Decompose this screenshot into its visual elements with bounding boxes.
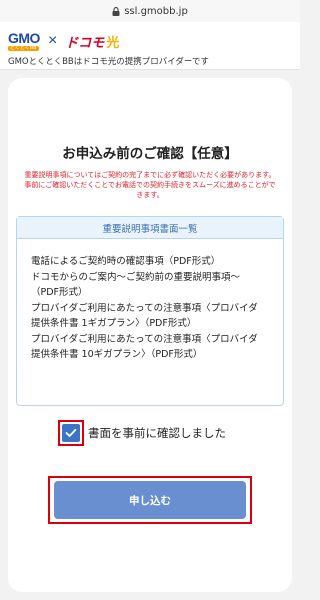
- document-link[interactable]: プロバイダご利用にあたっての注意事項〈プロバイダ: [31, 332, 271, 348]
- page-title: お申込み前のご確認【任意】: [62, 146, 238, 162]
- warning-line: きます。: [136, 191, 164, 199]
- gmo-logo[interactable]: GMO とくとくBB: [8, 31, 40, 51]
- confirm-label[interactable]: 書面を事前に確認しました: [88, 425, 226, 441]
- docomo-logo-text: ドコモ: [65, 34, 105, 50]
- documents-list: 電話によるご契約時の確認事項（PDF形式） ドコモからのご案内〜ご契約前の重要説…: [17, 239, 283, 363]
- document-link[interactable]: プロバイダご利用にあたっての注意事項〈プロバイダ: [31, 301, 271, 317]
- document-link[interactable]: 提供条件書 1ギガプラン〉（PDF形式）: [31, 316, 271, 332]
- document-link[interactable]: （PDF形式）: [31, 285, 271, 301]
- header-tagline: GMOとくとくBBはドコモ光の提携プロバイダーです: [8, 57, 209, 67]
- confirmation-card: お申込み前のご確認【任意】 重要説明事項についてはご契約の完了までに必ず確認いた…: [8, 78, 292, 592]
- hikari-logo-text: 光: [106, 34, 120, 50]
- docomo-hikari-logo: ドコモ 光: [65, 32, 119, 51]
- site-header: GMO とくとくBB × ドコモ 光 GMOとくとくBBはドコモ光の提携プロバイ…: [0, 22, 300, 70]
- document-link[interactable]: ドコモからのご案内〜ご契約前の重要説明事項〜: [31, 270, 271, 286]
- url-text: ssl.gmobb.jp: [124, 5, 188, 17]
- warning-line: 重要説明事項についてはご契約の完了までに必ず確認いただく必要があります。: [24, 171, 276, 179]
- check-icon: [65, 428, 77, 437]
- gmo-logo-text: GMO: [8, 30, 40, 46]
- documents-heading: 重要説明事項書面一覧: [17, 217, 283, 239]
- documents-box: 重要説明事項書面一覧 電話によるご契約時の確認事項（PDF形式） ドコモからのご…: [16, 216, 284, 406]
- warning-text: 重要説明事項についてはご契約の完了までに必ず確認いただく必要があります。 事前に…: [14, 170, 286, 200]
- logo-row: GMO とくとくBB × ドコモ 光: [8, 30, 119, 52]
- document-link[interactable]: 電話によるご契約時の確認事項（PDF形式）: [31, 254, 271, 270]
- gmo-logo-sub: とくとくBB: [8, 45, 39, 51]
- submit-highlight: 申し込む: [48, 476, 252, 524]
- browser-url-bar[interactable]: ssl.gmobb.jp: [0, 0, 300, 22]
- confirm-checkbox[interactable]: [62, 424, 80, 442]
- warning-line: 事前にご確認いただくことでお電話での契約手続きをスムーズに進めることがで: [24, 181, 276, 189]
- submit-button[interactable]: 申し込む: [54, 481, 246, 519]
- checkbox-highlight[interactable]: [58, 420, 84, 446]
- document-link[interactable]: 提供条件書 10ギガプラン〉（PDF形式）: [31, 347, 271, 363]
- lock-icon: [112, 6, 120, 16]
- confirm-checkbox-row[interactable]: 書面を事前に確認しました: [58, 420, 226, 446]
- logo-separator: ×: [47, 32, 58, 49]
